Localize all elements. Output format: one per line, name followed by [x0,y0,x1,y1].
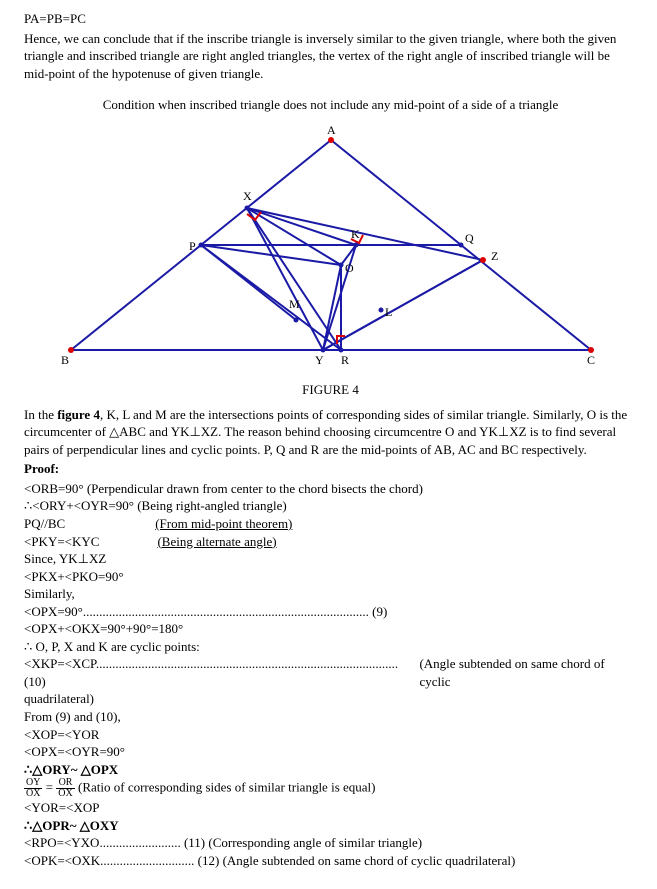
figure-description: In the figure 4, K, L and M are the inte… [24,406,637,459]
proof-line: <XKP=<XCP...............................… [24,655,637,690]
proof-line: ∴△OPR~ △OXY [24,817,637,835]
proof-line: <XOP=<YOR [24,726,637,744]
label-o: O [345,261,354,275]
label-m: M [289,297,300,311]
label-a: A [327,123,336,137]
label-x: X [243,189,252,203]
proof-line: Similarly, [24,585,637,603]
label-c: C [587,353,595,367]
proof-line: <OPX=<OYR=90° [24,743,637,761]
proof-line: PQ//BC(From mid-point theorem) [24,515,637,533]
label-p: P [189,239,196,253]
label-q: Q [465,231,474,245]
proof-line: ∴△ORY~ △OPX [24,761,637,779]
proof-line-ratio: OYOX = OROX (Ratio of corresponding side… [24,778,637,799]
section-subheading: Condition when inscribed triangle does n… [24,96,637,114]
label-l: L [385,305,392,319]
label-y: Y [315,353,324,367]
proof-line: Since, YK⊥XZ [24,550,637,568]
proof-line: <OPX=90°................................… [24,603,637,621]
proof-line: <OPK=<OXK............................. (… [24,852,637,870]
proof-line: ∴<ORY+<OYR=90° (Being right-angled trian… [24,497,637,515]
proof-line: <RPO=<YXO......................... (11) … [24,834,637,852]
proof-line: From (9) and (10), [24,708,637,726]
line-pa-pb-pc: PA=PB=PC [24,10,637,28]
proof-line: quadrilateral) [24,690,637,708]
proof-line: <PKX+<PKO=90° [24,568,637,586]
proof-body: <ORB=90° (Perpendicular drawn from cente… [24,480,637,869]
proof-line: <PKY=<KYC(Being alternate angle) [24,533,637,551]
conclusion-paragraph: Hence, we can conclude that if the inscr… [24,30,637,83]
label-z: Z [491,249,498,263]
label-k: K [351,227,360,241]
proof-line: <ORB=90° (Perpendicular drawn from cente… [24,480,637,498]
label-b: B [61,353,69,367]
figure-4-caption: FIGURE 4 [24,382,637,398]
label-r: R [341,353,349,367]
figure-4: A B C X P K Q Z O M L Y R [51,120,611,380]
proof-line: ∴ O, P, X and K are cyclic points: [24,638,637,656]
figure-4-svg: A B C X P K Q Z O M L Y R [51,120,611,380]
proof-heading: Proof: [24,460,637,478]
proof-line: <OPX+<OKX=90°+90°=180° [24,620,637,638]
proof-line: <YOR=<XOP [24,799,637,817]
